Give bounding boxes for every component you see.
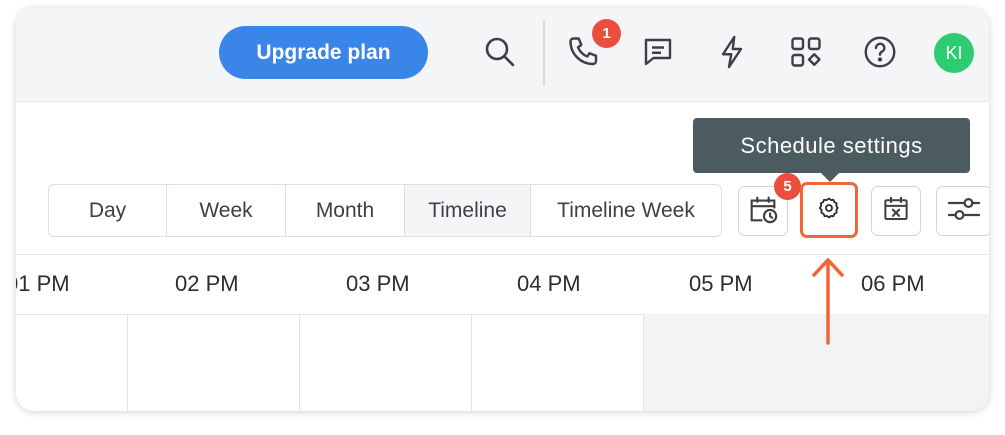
tab-day[interactable]: Day [49, 185, 167, 236]
calendar-clear-button[interactable] [871, 186, 921, 236]
top-bar: Upgrade plan 1 KI [16, 8, 989, 102]
toolbar-divider [543, 20, 545, 86]
annotation-arrow-icon [812, 258, 844, 345]
scheduler-window: Upgrade plan 1 KI Schedule settings Day … [16, 8, 989, 411]
tab-timeline[interactable]: Timeline [405, 185, 531, 236]
user-avatar[interactable]: KI [934, 33, 974, 73]
time-label: 01 PM [16, 271, 70, 296]
time-label: 05 PM [689, 271, 753, 296]
search-icon[interactable] [480, 32, 520, 72]
schedule-settings-tooltip: Schedule settings [693, 118, 970, 173]
time-label: 04 PM [517, 271, 581, 296]
lightning-icon[interactable] [712, 32, 752, 72]
time-label: 02 PM [175, 271, 239, 296]
time-label: 03 PM [346, 271, 410, 296]
tab-timeline-week[interactable]: Timeline Week [531, 185, 721, 236]
schedule-settings-button[interactable] [800, 182, 858, 238]
calendar-badge: 5 [774, 173, 801, 200]
time-label: 06 PM [861, 271, 925, 296]
tooltip-pointer [821, 173, 839, 182]
timeline-slot[interactable] [16, 314, 127, 411]
timeline-slot[interactable] [471, 314, 643, 411]
filters-button[interactable] [936, 186, 989, 236]
apps-grid-icon[interactable] [786, 32, 826, 72]
timeline-slot[interactable] [127, 314, 299, 411]
tab-week[interactable]: Week [167, 185, 286, 236]
timeline-slot[interactable] [299, 314, 471, 411]
calendar-clock-icon [746, 192, 780, 231]
calendar-x-icon [881, 194, 911, 229]
phone-notification-badge: 1 [592, 19, 621, 48]
sliders-icon [946, 191, 982, 232]
upgrade-plan-button[interactable]: Upgrade plan [219, 26, 428, 79]
gear-icon [817, 196, 841, 225]
chat-icon[interactable] [638, 32, 678, 72]
help-icon[interactable] [860, 32, 900, 72]
tab-month[interactable]: Month [286, 185, 405, 236]
view-switcher: Day Week Month Timeline Timeline Week [48, 184, 722, 237]
